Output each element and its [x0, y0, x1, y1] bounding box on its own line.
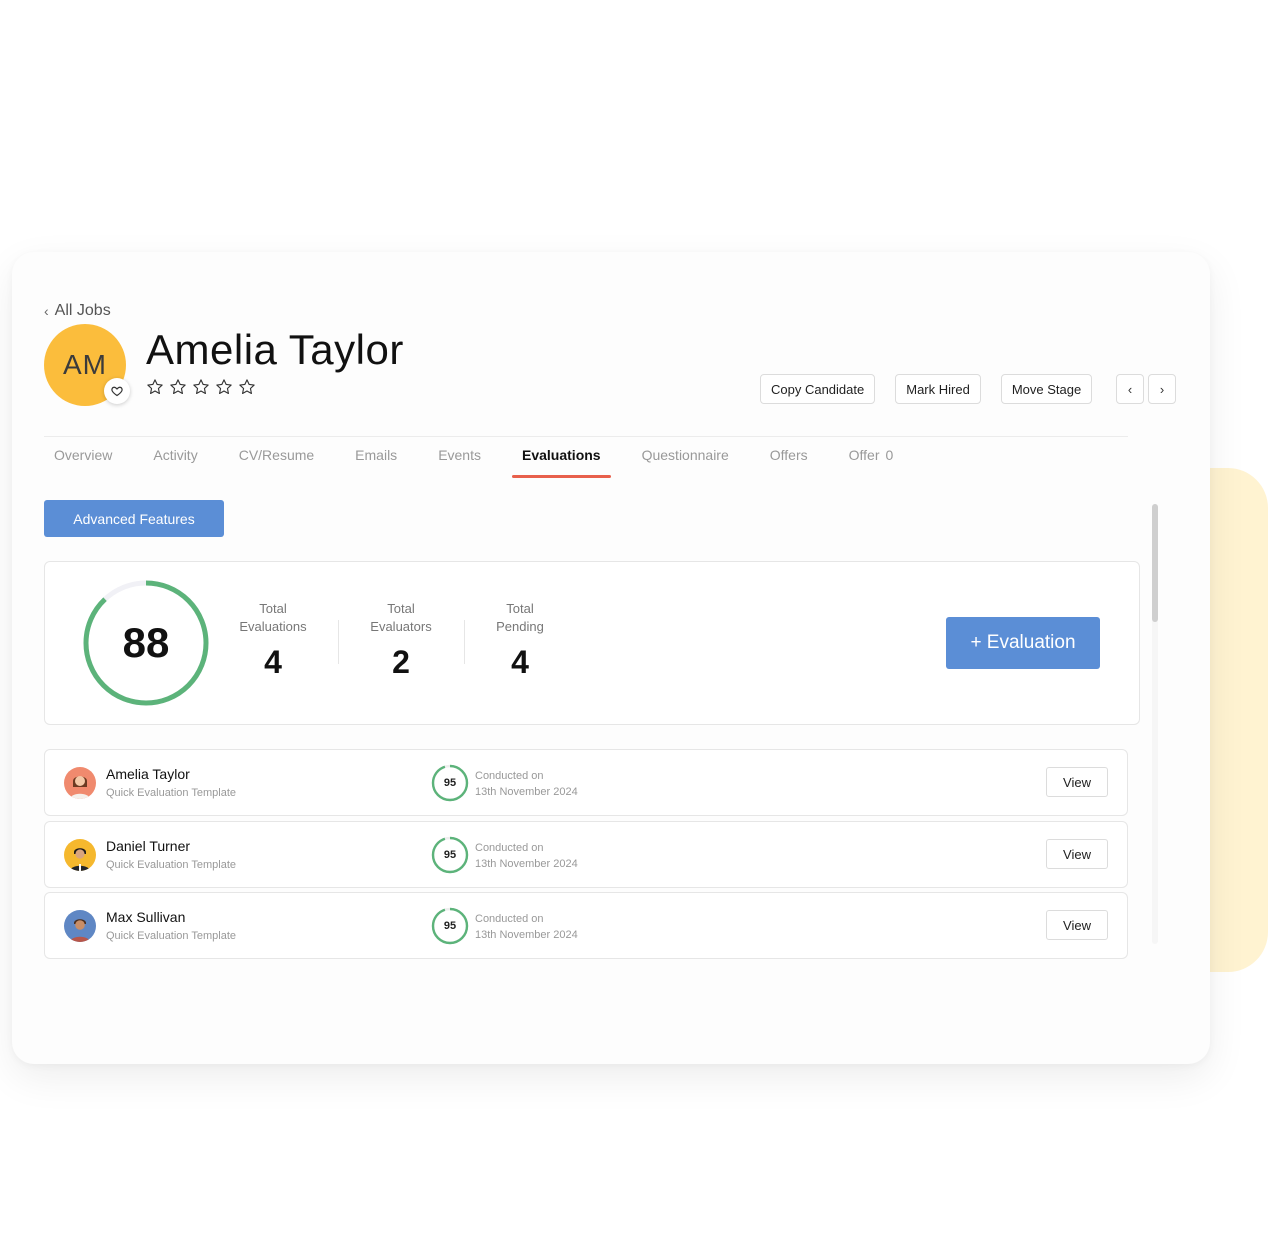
- evaluator-avatar: [64, 767, 96, 799]
- tab-questionnaire[interactable]: Questionnaire: [632, 437, 739, 476]
- evaluation-template: Quick Evaluation Template: [106, 930, 237, 942]
- stat-label: Evaluations: [239, 619, 307, 634]
- back-label: All Jobs: [54, 302, 111, 319]
- stat-value: 4: [264, 644, 282, 680]
- evaluation-score: 95: [443, 849, 457, 861]
- chevron-left-icon: ‹: [44, 303, 49, 319]
- stat-label: Total: [506, 601, 534, 616]
- conducted-label: Conducted on: [475, 913, 544, 925]
- conducted-info: Conducted on 13th November 2024: [475, 911, 578, 943]
- rating-stars[interactable]: [146, 378, 256, 396]
- mark-hired-button[interactable]: Mark Hired: [895, 374, 981, 404]
- stat-total-evaluators: Total Evaluators 2: [346, 600, 456, 681]
- tab-offers[interactable]: Offers: [760, 437, 818, 476]
- tab-activity[interactable]: Activity: [143, 437, 207, 476]
- tab-label: Questionnaire: [641, 447, 729, 463]
- stat-total-pending: Total Pending 4: [465, 600, 575, 681]
- back-link[interactable]: ‹ All Jobs: [44, 302, 111, 320]
- previous-candidate-button[interactable]: ‹: [1116, 374, 1144, 404]
- stat-label: Evaluators: [370, 619, 432, 634]
- evaluator-name: Max Sullivan: [106, 909, 186, 925]
- star-icon[interactable]: [238, 378, 256, 396]
- star-icon[interactable]: [215, 378, 233, 396]
- evaluator-name: Amelia Taylor: [106, 766, 190, 782]
- stat-value: 4: [511, 644, 529, 680]
- add-evaluation-button[interactable]: + Evaluation: [946, 617, 1100, 669]
- evaluation-score: 95: [443, 920, 457, 932]
- evaluator-name: Daniel Turner: [106, 838, 191, 854]
- evaluation-row: Daniel Turner Quick Evaluation Template …: [44, 821, 1128, 888]
- heart-icon: [111, 386, 123, 397]
- candidate-card: ‹ All Jobs AM Amelia Taylor Copy Candida…: [12, 252, 1210, 1064]
- tab-label: Activity: [153, 447, 198, 463]
- tab-label: Events: [438, 447, 481, 463]
- stat-total-evaluations: Total Evaluations 4: [218, 600, 328, 681]
- move-stage-button[interactable]: Move Stage: [1000, 374, 1093, 404]
- advanced-features-button[interactable]: Advanced Features: [44, 500, 224, 537]
- tab-evaluations[interactable]: Evaluations: [512, 437, 611, 478]
- tab-bar: Overview Activity CV/Resume Emails Event…: [44, 436, 1128, 478]
- tab-offer[interactable]: Offer 0: [839, 437, 904, 476]
- conducted-date: 13th November 2024: [475, 786, 578, 798]
- view-evaluation-button[interactable]: View: [1046, 839, 1108, 869]
- evaluator-avatar: [64, 839, 96, 871]
- tab-emails[interactable]: Emails: [345, 437, 407, 476]
- evaluation-template: Quick Evaluation Template: [106, 859, 237, 871]
- tab-count: 0: [885, 447, 894, 463]
- conducted-info: Conducted on 13th November 2024: [475, 840, 578, 872]
- stat-label: Total: [387, 601, 415, 616]
- tab-label: Evaluations: [522, 447, 601, 463]
- stat-divider: [338, 620, 339, 664]
- evaluation-template: Quick Evaluation Template: [106, 787, 237, 799]
- candidate-name: Amelia Taylor: [146, 326, 404, 373]
- star-icon[interactable]: [192, 378, 210, 396]
- copy-candidate-button[interactable]: Copy Candidate: [760, 374, 876, 404]
- candidate-pager: ‹ ›: [1116, 374, 1176, 404]
- tab-label: CV/Resume: [238, 447, 315, 463]
- evaluation-summary: 88 Total Evaluations 4 Total Evaluators …: [44, 561, 1140, 725]
- scrollbar[interactable]: [1152, 504, 1158, 944]
- tab-label: Offer: [848, 447, 880, 463]
- tab-label: Emails: [355, 447, 398, 463]
- tab-cv-resume[interactable]: CV/Resume: [229, 437, 324, 476]
- conducted-info: Conducted on 13th November 2024: [475, 768, 578, 800]
- stat-value: 2: [392, 644, 410, 680]
- stat-label: Pending: [496, 619, 544, 634]
- evaluation-score: 95: [443, 777, 457, 789]
- conducted-date: 13th November 2024: [475, 929, 578, 941]
- next-candidate-button[interactable]: ›: [1148, 374, 1176, 404]
- view-evaluation-button[interactable]: View: [1046, 767, 1108, 797]
- evaluator-avatar: [64, 910, 96, 942]
- star-icon[interactable]: [169, 378, 187, 396]
- overall-score: 88: [122, 619, 170, 666]
- conducted-date: 13th November 2024: [475, 858, 578, 870]
- stat-label: Total: [259, 601, 287, 616]
- tab-events[interactable]: Events: [428, 437, 491, 476]
- conducted-label: Conducted on: [475, 770, 544, 782]
- avatar-initials: AM: [63, 349, 107, 380]
- scrollbar-thumb[interactable]: [1152, 504, 1158, 622]
- star-icon[interactable]: [146, 378, 164, 396]
- view-evaluation-button[interactable]: View: [1046, 910, 1108, 940]
- tab-label: Overview: [54, 447, 113, 463]
- conducted-label: Conducted on: [475, 842, 544, 854]
- favorite-button[interactable]: [104, 378, 130, 404]
- evaluation-row: Amelia Taylor Quick Evaluation Template …: [44, 749, 1128, 816]
- candidate-actions: Copy Candidate Mark Hired Move Stage: [760, 374, 1093, 404]
- evaluation-row: Max Sullivan Quick Evaluation Template 9…: [44, 892, 1128, 959]
- tab-label: Offers: [769, 447, 808, 463]
- tab-overview[interactable]: Overview: [44, 437, 122, 476]
